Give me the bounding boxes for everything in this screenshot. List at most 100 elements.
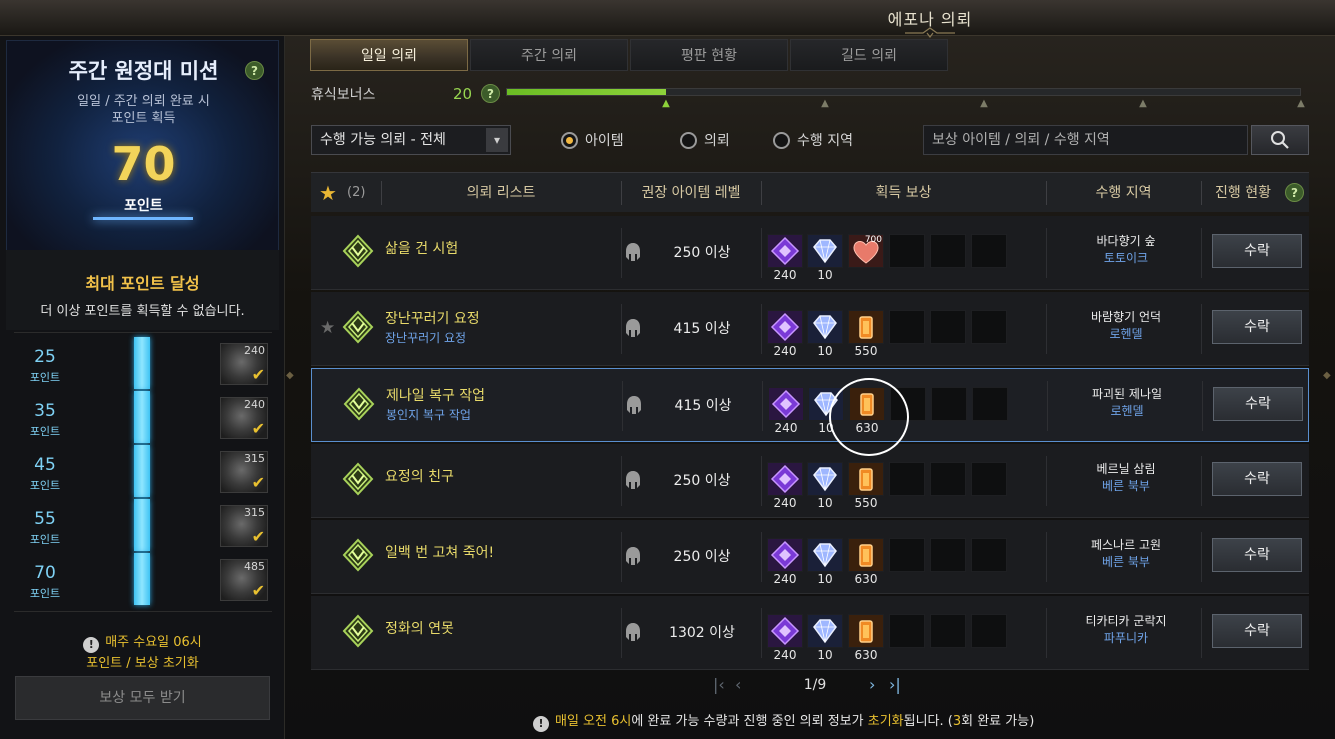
reward-slot	[971, 310, 1007, 344]
quest-name[interactable]: 요정의 친구	[385, 466, 454, 486]
reward-stack-count: 700	[864, 235, 882, 245]
reward-slot	[971, 462, 1007, 496]
last-page-button[interactable]: ›|	[889, 675, 901, 694]
daily-quest-icon	[342, 387, 376, 421]
star-icon[interactable]: ★	[320, 622, 335, 642]
tier-item: 35 포인트 240 ✔	[14, 391, 272, 445]
quest-name[interactable]: 정화의 연못	[385, 618, 454, 638]
table-row[interactable]: ★ 정화의 연못 1302 이상 240 10 630 티카티카 군락지파푸니카 수락	[311, 596, 1309, 670]
table-row[interactable]: ★ 삶을 건 시험 250 이상 240 10 700 바다향기 숲토토이크 수락	[311, 216, 1309, 290]
reward-count: 550	[854, 496, 878, 510]
quest-name[interactable]: 일백 번 고쳐 죽어!	[385, 542, 494, 562]
claim-all-button[interactable]: 보상 모두 받기	[15, 676, 270, 720]
tier-reward-chest[interactable]: 240 ✔	[220, 343, 268, 385]
reward-slot[interactable]	[848, 310, 884, 344]
mission-description: 일일 / 주간 의뢰 완료 시 포인트 획득	[7, 93, 280, 127]
reward-slot[interactable]	[767, 462, 803, 496]
quest-name[interactable]: 삶을 건 시험	[385, 238, 458, 258]
tab-weekly[interactable]: 주간 의뢰	[470, 39, 628, 71]
prev-page-button[interactable]: ‹	[735, 675, 741, 694]
reward-slot[interactable]	[807, 614, 843, 648]
column-divider	[1046, 532, 1047, 582]
accept-button[interactable]: 수락	[1213, 387, 1303, 421]
column-divider	[761, 608, 762, 658]
table-row[interactable]: ★ 요정의 친구 250 이상 240 10 550 베르닐 삼림베른 북부 수락	[311, 444, 1309, 518]
next-page-button[interactable]: ›	[869, 675, 875, 694]
region-continent: 로헨델	[1109, 327, 1143, 341]
radio-quest[interactable]: 의뢰	[680, 132, 730, 150]
reward-slot	[889, 538, 925, 572]
tier-reward-count: 485	[244, 560, 265, 573]
region-continent: 베른 북부	[1102, 479, 1150, 493]
rest-bonus-marker-icon: ▲	[1139, 98, 1147, 109]
star-icon[interactable]: ★	[320, 470, 335, 490]
tab-guild[interactable]: 길드 의뢰	[790, 39, 948, 71]
reward-slot[interactable]	[807, 310, 843, 344]
quest-name[interactable]: 제나일 복구 작업	[386, 385, 485, 405]
progress-help-icon[interactable]: ?	[1285, 183, 1304, 202]
table-row[interactable]: ★ 장난꾸러기 요정 장난꾸러기 요정 415 이상 240 10 550 바람향기 언덕 로헨…	[311, 292, 1309, 366]
helmet-icon	[625, 470, 641, 490]
quest-filter-dropdown[interactable]: 수행 가능 의뢰 - 전체 ▾	[311, 125, 511, 155]
tier-reward-chest[interactable]: 315 ✔	[220, 505, 268, 547]
rest-bonus-help-icon[interactable]: ?	[481, 84, 500, 103]
accept-button[interactable]: 수락	[1212, 614, 1302, 648]
reward-slot[interactable]	[848, 462, 884, 496]
star-icon[interactable]: ★	[321, 395, 336, 415]
radio-region[interactable]: 수행 지역	[773, 132, 853, 150]
reward-slot[interactable]	[848, 614, 884, 648]
reward-slot[interactable]	[767, 538, 803, 572]
accept-button[interactable]: 수락	[1212, 538, 1302, 572]
reward-slot	[930, 462, 966, 496]
first-page-button[interactable]: |‹	[713, 675, 725, 694]
accept-button[interactable]: 수락	[1212, 234, 1302, 268]
tab-daily[interactable]: 일일 의뢰	[310, 39, 468, 71]
table-row[interactable]: ★ 일백 번 고쳐 죽어! 250 이상 240 10 630 페스나르 고원베른 북부 수락	[311, 520, 1309, 594]
reward-slot[interactable]	[807, 538, 843, 572]
tier-reward-chest[interactable]: 315 ✔	[220, 451, 268, 493]
region-continent: 베른 북부	[1102, 555, 1150, 569]
radio-item[interactable]: 아이템	[561, 132, 624, 150]
reward-slot[interactable]	[807, 462, 843, 496]
table-header: ★ (2) 의뢰 리스트 권장 아이템 레벨 획득 보상 수행 지역 진행 현황…	[311, 172, 1309, 212]
reset-line1: 매주 수요일 06시	[105, 635, 202, 650]
star-icon[interactable]: ★	[320, 318, 335, 338]
reward-slot[interactable]	[767, 234, 803, 268]
tier-reward-chest[interactable]: 240 ✔	[220, 397, 268, 439]
epona-window: 에포나 의뢰 주간 원정대 미션 ? 일일 / 주간 의뢰 완료 시 포인트 획…	[0, 0, 1335, 739]
reward-slot[interactable]	[767, 310, 803, 344]
reward-slot[interactable]	[768, 387, 804, 421]
reward-slot[interactable]	[807, 234, 843, 268]
region-name: 페스나르 고원	[1090, 538, 1162, 552]
reward-count: 240	[773, 344, 797, 358]
search-input[interactable]: 보상 아이템 / 의뢰 / 수행 지역	[923, 125, 1248, 155]
reward-slot[interactable]	[767, 614, 803, 648]
reward-slot[interactable]: 700	[848, 234, 884, 268]
tier-unit: 포인트	[29, 425, 61, 438]
tab-reputation[interactable]: 평판 현황	[630, 39, 788, 71]
column-divider	[621, 304, 622, 354]
header-item-level: 권장 아이템 레벨	[641, 185, 741, 201]
weekly-reset-note: ! 매주 수요일 06시 포인트 / 보상 초기화	[0, 632, 285, 674]
region-name: 바람향기 언덕	[1090, 310, 1162, 324]
reward-slot	[930, 614, 966, 648]
reward-count: 240	[774, 421, 798, 435]
star-icon[interactable]: ★	[320, 546, 335, 566]
points-value: 70	[111, 137, 176, 191]
check-icon: ✔	[251, 581, 265, 600]
filter-selected-value: 수행 가능 의뢰 - 전체	[320, 132, 446, 148]
star-icon[interactable]: ★	[319, 181, 337, 205]
accept-button[interactable]: 수락	[1212, 310, 1302, 344]
accept-button[interactable]: 수락	[1212, 462, 1302, 496]
tier-reward-chest[interactable]: 485 ✔	[220, 559, 268, 601]
tier-unit: 포인트	[29, 479, 61, 492]
reward-count: 630	[854, 648, 878, 662]
search-button[interactable]	[1251, 125, 1309, 155]
tier-item: 70 포인트 485 ✔	[14, 553, 272, 607]
radio-region-label: 수행 지역	[797, 133, 853, 149]
mission-help-icon[interactable]: ?	[245, 61, 264, 80]
star-icon[interactable]: ★	[320, 242, 335, 262]
quest-name[interactable]: 장난꾸러기 요정	[385, 308, 480, 328]
reward-slot[interactable]	[848, 538, 884, 572]
table-row[interactable]: ★제나일 복구 작업봉인지 복구 작업415 이상24010630파괴된 제나일…	[311, 368, 1309, 442]
